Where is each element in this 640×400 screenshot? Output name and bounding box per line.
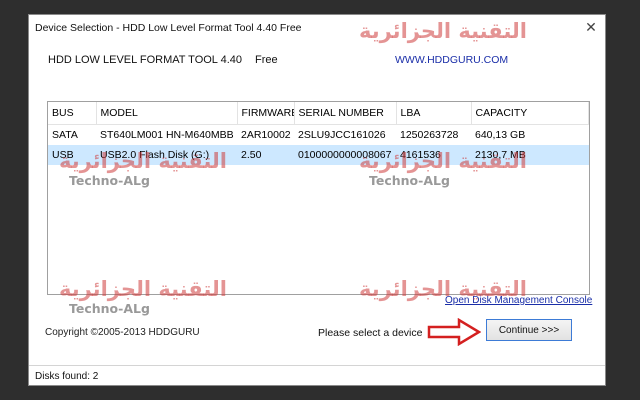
- window-title: Device Selection - HDD Low Level Format …: [35, 22, 302, 34]
- table-header-row: BUS MODEL FIRMWARE SERIAL NUMBER LBA CAP…: [48, 102, 589, 125]
- select-device-prompt: Please select a device: [318, 327, 423, 339]
- app-name: HDD LOW LEVEL FORMAT TOOL 4.40: [48, 54, 242, 66]
- cell-capacity: 640,13 GB: [475, 129, 526, 141]
- device-table: BUS MODEL FIRMWARE SERIAL NUMBER LBA CAP…: [48, 102, 589, 165]
- cell-model: USB2.0 Flash Disk (G:): [96, 145, 237, 165]
- copyright-text: Copyright ©2005-2013 HDDGURU: [45, 327, 200, 338]
- column-header-serial-number[interactable]: SERIAL NUMBER: [294, 102, 397, 125]
- disks-found-status: Disks found: 2: [35, 371, 99, 382]
- cell-lba: 4161536: [396, 145, 471, 165]
- red-arrow-icon: [427, 318, 481, 346]
- device-selection-window: Device Selection - HDD Low Level Format …: [28, 14, 606, 386]
- edition-label: Free: [255, 54, 278, 66]
- cell-model: ST640LM001 HN-M640MBB (C: D...: [100, 129, 237, 141]
- cell-serial-number: 0100000000008067: [294, 145, 396, 165]
- column-header-lba[interactable]: LBA: [396, 102, 472, 125]
- website-link[interactable]: WWW.HDDGURU.COM: [395, 54, 508, 66]
- cell-serial-number: 2SLU9JCC161026: [298, 129, 386, 141]
- cell-lba: 1250263728: [400, 129, 459, 141]
- column-header-capacity[interactable]: CAPACITY: [471, 102, 589, 125]
- cell-capacity: 2130,7 MB: [471, 145, 589, 165]
- table-row[interactable]: SATA ST640LM001 HN-M640MBB (C: D... 2AR1…: [48, 125, 589, 146]
- cell-firmware: 2.50: [237, 145, 294, 165]
- column-header-model[interactable]: MODEL: [96, 102, 238, 125]
- open-disk-management-link[interactable]: Open Disk Management Console: [445, 295, 592, 306]
- cell-firmware: 2AR10002: [241, 129, 291, 141]
- title-bar: Device Selection - HDD Low Level Format …: [29, 15, 605, 41]
- cell-bus: USB: [48, 145, 96, 165]
- column-header-bus[interactable]: BUS: [48, 102, 97, 125]
- device-list[interactable]: BUS MODEL FIRMWARE SERIAL NUMBER LBA CAP…: [47, 101, 590, 295]
- column-header-firmware[interactable]: FIRMWARE: [237, 102, 295, 125]
- cell-bus: SATA: [52, 129, 78, 141]
- close-button[interactable]: ✕: [583, 19, 599, 35]
- watermark-latin-text: Techno-ALg: [69, 301, 150, 316]
- app-header: HDD LOW LEVEL FORMAT TOOL 4.40 Free: [48, 54, 278, 66]
- continue-button[interactable]: Continue >>>: [486, 319, 572, 341]
- status-divider: [29, 365, 605, 366]
- table-row-selected[interactable]: USB USB2.0 Flash Disk (G:) 2.50 01000000…: [48, 145, 589, 165]
